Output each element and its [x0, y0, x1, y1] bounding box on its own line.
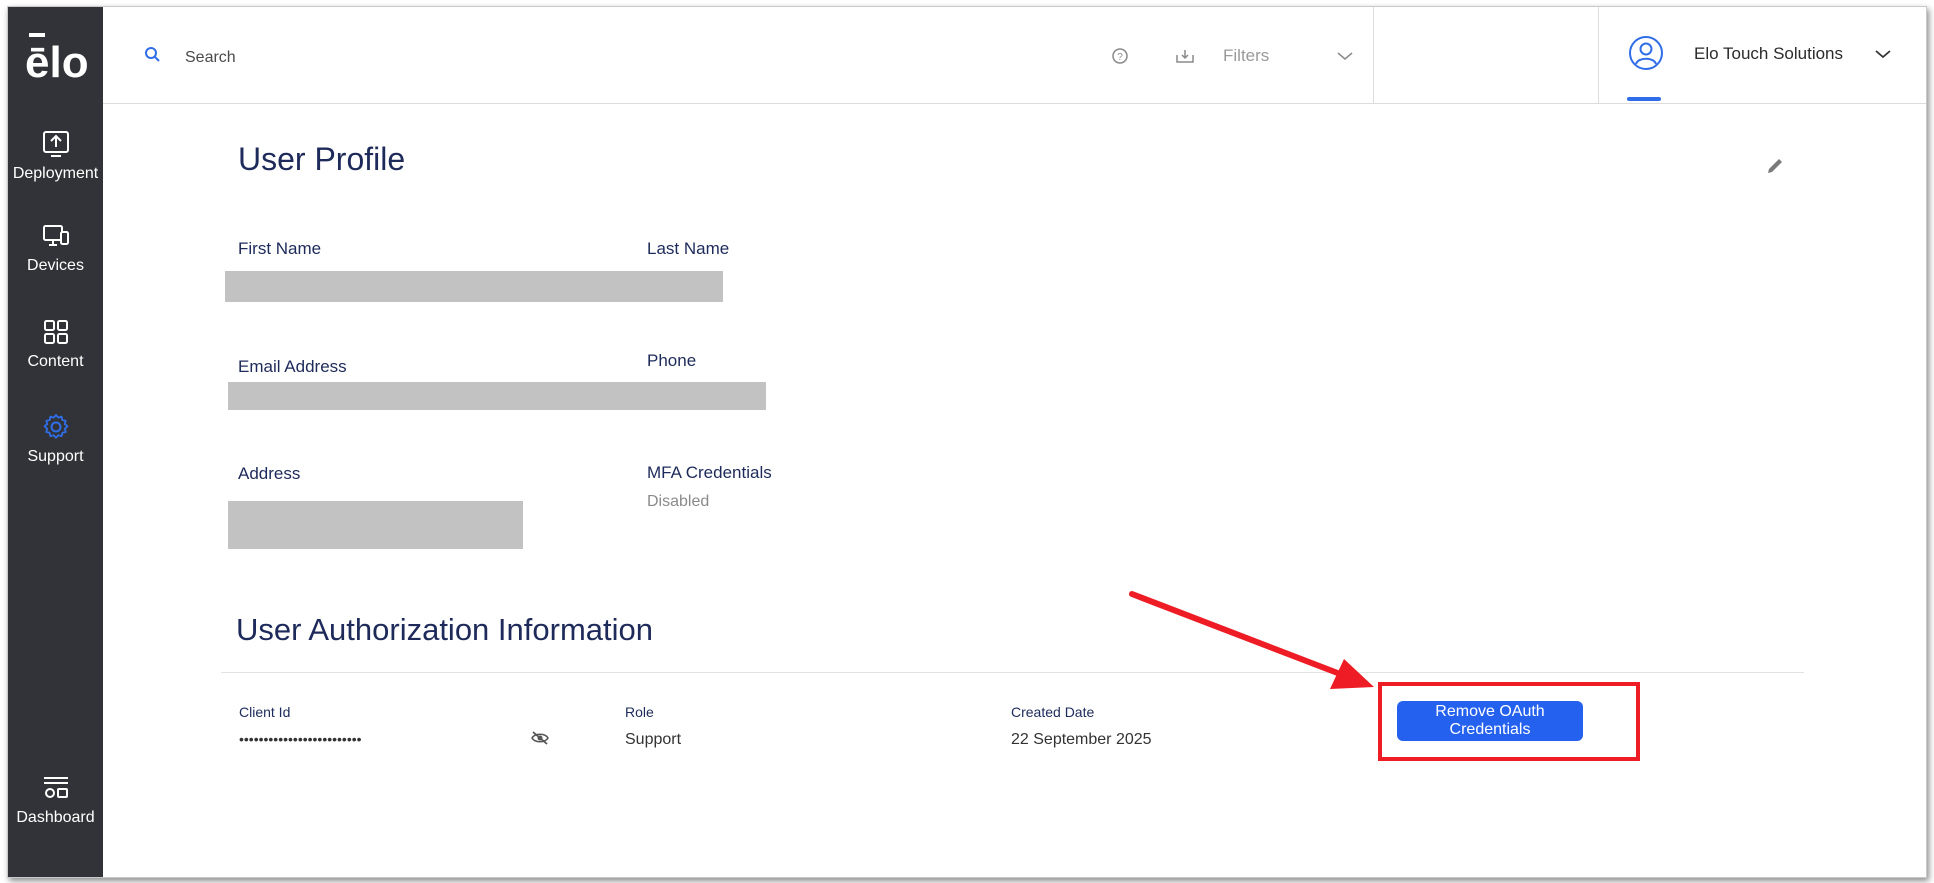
eye-off-icon[interactable] — [530, 730, 550, 746]
created-date-label: Created Date — [1011, 704, 1095, 720]
divider — [1598, 7, 1599, 103]
upload-monitor-icon — [42, 131, 69, 157]
sidebar-item-dashboard[interactable]: Dashboard — [8, 773, 103, 827]
created-date-value: 22 September 2025 — [1011, 731, 1152, 748]
sidebar-item-label: Content — [27, 353, 84, 370]
first-name-label: First Name — [238, 239, 322, 258]
section-title: User Authorization Information — [236, 612, 653, 647]
sidebar-item-label: Dashboard — [16, 809, 95, 826]
sidebar-item-label: Support — [27, 448, 84, 465]
address-redacted — [228, 501, 523, 549]
app-window: ēlo Deployment Devices Content Support D… — [7, 6, 1927, 878]
elo-logo[interactable]: ēlo — [23, 25, 87, 85]
annotation-highlight-box — [1378, 682, 1640, 761]
role-value: Support — [625, 731, 682, 748]
filter-icon[interactable] — [1175, 47, 1195, 65]
gear-icon — [43, 414, 68, 439]
devices-icon — [42, 225, 69, 246]
svg-text:?: ? — [1117, 52, 1123, 63]
sidebar-item-devices[interactable]: Devices — [8, 221, 103, 275]
user-avatar-icon[interactable] — [1627, 34, 1665, 72]
filters-label[interactable]: Filters — [1223, 46, 1269, 66]
page-title: User Profile — [238, 141, 406, 177]
help-icon[interactable]: ? — [1111, 47, 1129, 65]
sidebar: ēlo Deployment Devices Content Support D… — [8, 7, 103, 877]
active-indicator — [1627, 97, 1661, 101]
top-bar: ? Filters Elo Touch Solutions — [103, 7, 1926, 104]
logo-text: ēlo — [25, 38, 87, 85]
sidebar-item-label: Devices — [27, 257, 84, 274]
chevron-down-icon[interactable] — [1873, 47, 1893, 61]
sidebar-item-label: Deployment — [12, 165, 99, 182]
phone-label: Phone — [647, 351, 697, 370]
client-id-label: Client Id — [239, 704, 291, 720]
sidebar-item-content[interactable]: Content — [8, 317, 103, 371]
email-label: Email Address — [238, 357, 347, 376]
search-input[interactable] — [183, 42, 687, 74]
sidebar-item-support[interactable]: Support — [8, 412, 103, 466]
address-label: Address — [238, 464, 301, 483]
chevron-down-icon[interactable] — [1335, 49, 1355, 63]
mfa-value: Disabled — [647, 493, 710, 510]
edit-icon[interactable] — [1764, 155, 1786, 177]
last-name-label: Last Name — [647, 239, 730, 258]
user-name[interactable]: Elo Touch Solutions — [1694, 44, 1843, 64]
sidebar-item-deployment[interactable]: Deployment — [8, 129, 103, 183]
divider — [1373, 7, 1374, 103]
grid-icon — [43, 320, 68, 344]
client-id-value: ••••••••••••••••••••••••• — [239, 731, 362, 747]
dashboard-icon — [43, 777, 68, 798]
mfa-label: MFA Credentials — [647, 463, 772, 482]
name-redacted — [225, 271, 723, 302]
role-label: Role — [625, 704, 654, 720]
search-icon[interactable] — [143, 45, 163, 65]
email-phone-redacted — [228, 382, 766, 410]
divider — [221, 672, 1804, 673]
